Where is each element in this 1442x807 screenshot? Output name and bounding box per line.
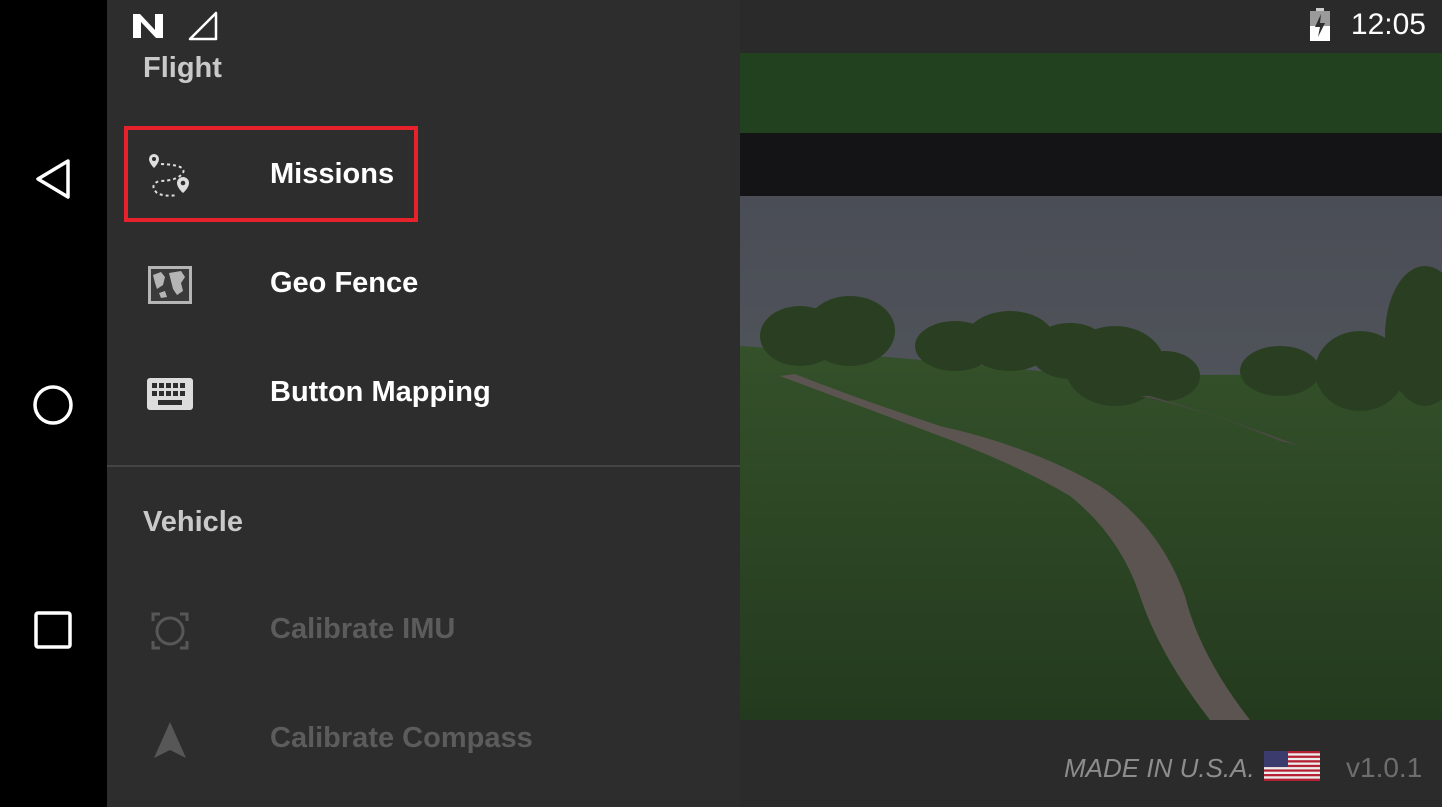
main-content: MADE IN U.S.A. v1.0.1 [740,0,1442,807]
menu-item-label: Calibrate Compass [270,722,533,754]
menu-item-label: Geo Fence [270,267,419,299]
version-label: v1.0.1 [1346,752,1423,783]
made-in-label: MADE IN U.S.A. [1064,753,1255,783]
keyboard-icon [145,370,195,418]
imu-icon [145,607,195,655]
recents-icon [34,611,72,649]
menu-item-button-mapping[interactable]: Button Mapping [107,344,740,444]
compass-arrow-icon [145,716,195,764]
cell-signal-icon [188,11,218,41]
section-title-vehicle: Vehicle [143,506,243,538]
battery-charging-icon [1310,8,1330,41]
system-nav-bar [0,0,107,807]
section-divider [107,465,740,467]
notification-n-icon [133,14,163,38]
menu-item-calibrate-imu[interactable]: Calibrate IMU [107,581,740,681]
section-title-flight: Flight [143,52,222,84]
menu-item-geo-fence[interactable]: Geo Fence [107,235,740,335]
status-time: 12:05 [1350,8,1426,41]
back-icon [36,159,70,199]
us-flag-icon [1264,751,1320,781]
map-icon [145,261,195,309]
home-icon [33,385,73,425]
menu-item-calibrate-compass[interactable]: Calibrate Compass [107,690,740,790]
footer-bar: MADE IN U.S.A. v1.0.1 [740,720,1442,807]
recents-button[interactable] [26,603,80,657]
home-button[interactable] [26,378,80,432]
toolbar-shadow-strip [740,133,1442,196]
app-toolbar [740,53,1442,133]
menu-item-label: Button Mapping [270,376,491,408]
navigation-drawer: Flight Missions Geo Fence Button Mapping… [107,0,740,807]
camera-feed[interactable] [740,196,1442,720]
back-button[interactable] [26,152,80,206]
status-bar: 12:05 [107,0,1442,52]
camera-feed-image [740,196,1442,720]
highlight-box [124,126,418,222]
menu-item-label: Calibrate IMU [270,613,456,645]
